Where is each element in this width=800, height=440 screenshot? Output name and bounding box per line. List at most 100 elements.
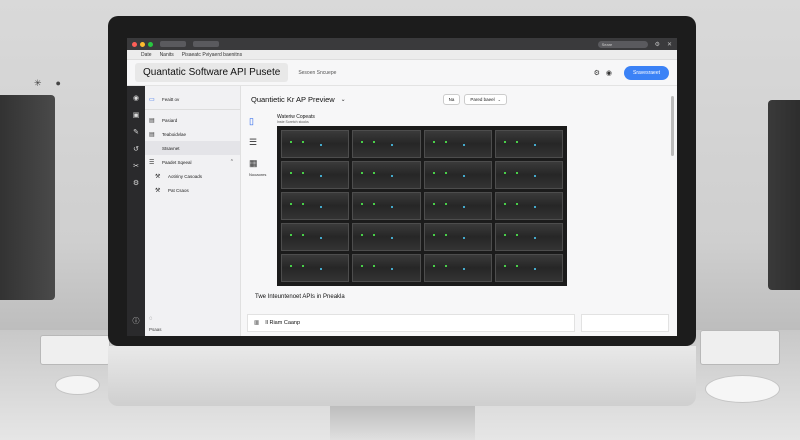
rack-unit [494, 254, 563, 282]
gear-icon[interactable]: ⚙ [655, 41, 660, 48]
rack-unit [494, 223, 563, 251]
sidebar-bottom-label[interactable]: Psaas [149, 327, 162, 332]
tool-icon: ⚒ [155, 173, 161, 180]
screen: Seare ⚙ ✕ Date Nanits Pisaeatc Pviyaerd … [127, 38, 677, 336]
page-title: Quantatic Software API Pusete [135, 63, 289, 82]
zoom-window-button[interactable] [148, 41, 153, 47]
list-item-secondary[interactable] [581, 314, 669, 332]
sidebar-item-label: Aotiriny Casoads [168, 173, 203, 179]
background-monitor-left [0, 95, 55, 300]
chevron-up-icon[interactable]: ⌃ [230, 159, 234, 165]
monitor-stand [330, 406, 475, 440]
sidebar-item-label: Pat Csaos [168, 187, 189, 193]
close-window-button[interactable] [132, 41, 137, 47]
minimize-window-button[interactable] [140, 41, 145, 47]
rack-unit [423, 223, 492, 251]
sidebar: ▭ Feaitt ov ▤ Pasiard ▤ Teaboidvlae Stsa… [145, 86, 241, 336]
record-icon[interactable]: ◉ [133, 94, 139, 102]
doc-icon: ▤ [149, 117, 155, 124]
sidebar-item-paadet[interactable]: ☰ Paadet Sqeeal ⌃ [145, 155, 240, 169]
rack-unit [281, 254, 350, 282]
circle-icon: ● [55, 78, 61, 88]
app-header: Quantatic Software API Pusete Sesoen Snc… [127, 60, 677, 86]
primary-action-button[interactable]: Sravesraeet [624, 65, 669, 80]
section-heading: Twe Inteuntenoet APIs in Pneakla [255, 294, 345, 300]
chevron-down-icon: ⌄ [497, 97, 501, 102]
list-item-label: Il Riam Caanp [265, 320, 301, 326]
rack-unit [281, 223, 350, 251]
book-icon: ▥ [254, 320, 260, 326]
pen-icon[interactable]: ✎ [133, 128, 139, 136]
list-icon[interactable]: ☰ [249, 137, 266, 148]
sidebar-item-label: Teaboidvlae [162, 131, 187, 137]
scrollbar[interactable] [671, 96, 674, 156]
rack-unit [352, 192, 421, 220]
rack-unit [494, 161, 563, 189]
rack-unit [281, 130, 350, 158]
menu-item-date[interactable]: Date [141, 52, 152, 58]
grid-icon[interactable]: ▦ [249, 158, 266, 169]
filter-dropdown[interactable]: Pared baeel ⌄ [464, 94, 507, 105]
rack-unit [352, 130, 421, 158]
rack-unit [423, 254, 492, 282]
sidebar-item-aotiriny[interactable]: ⚒ Aotiriny Casoads [145, 169, 240, 183]
rack-unit [281, 192, 350, 220]
sidebar-item-pasiard[interactable]: ▤ Pasiard [145, 113, 240, 127]
sidebar-item-label: Feaitt ov [162, 96, 180, 102]
sidebar-item-teaboidvlae[interactable]: ▤ Teaboidvlae [145, 127, 240, 141]
background-monitor-right [768, 100, 800, 290]
avatar-icon[interactable]: ◉ [606, 69, 612, 77]
server-rack-image [277, 126, 567, 286]
info-icon[interactable]: ⓘ [133, 316, 140, 326]
sidebar-item-feaitt[interactable]: ▭ Feaitt ov [145, 92, 240, 106]
monitor-chin [108, 346, 696, 406]
tool-icon: ⚒ [155, 187, 161, 194]
rack-unit [352, 254, 421, 282]
menu-item-nanits[interactable]: Nanits [160, 52, 174, 58]
browser-tab[interactable] [193, 41, 219, 47]
list-item[interactable]: ▥ Il Riam Caanp [247, 314, 575, 332]
chevron-down-icon[interactable]: ⌄ [341, 96, 346, 103]
background-keyboard-right [700, 330, 780, 365]
globe-icon: ✳ [34, 78, 42, 88]
folder-icon: ▭ [149, 96, 155, 103]
wall-icons: ✳ ● [34, 78, 61, 89]
doc-icon: ▤ [149, 131, 155, 138]
scissors-icon[interactable]: ✂ [133, 162, 139, 170]
menu-item-third[interactable]: Pisaeatc Pviyaerd baenitns [182, 52, 242, 58]
preview-card: Wateriw Copeats Inste Soretch stooks [277, 114, 567, 286]
background-keyboard-left [40, 335, 110, 365]
rack-unit [352, 223, 421, 251]
preview-subcaption: Inste Soretch stooks [277, 120, 309, 124]
sidebar-item-label: Pasiard [162, 117, 178, 123]
main-panel: Quantietic Kr AP Preview ⌄ Na Pared baee… [241, 86, 677, 336]
close-icon[interactable]: ✕ [667, 41, 672, 48]
background-mouse-right [705, 375, 780, 403]
sidebar-item-pat-csaos[interactable]: ⚒ Pat Csaos [145, 183, 240, 197]
main-title: Quantietic Kr AP Preview [251, 95, 335, 104]
history-icon[interactable]: ↺ [133, 145, 139, 153]
browser-search-input[interactable]: Seare [597, 40, 648, 48]
sidebar-item-label: Stsavnet [162, 145, 180, 151]
filter-button[interactable]: Na [442, 94, 461, 105]
side-label: Nooaonrs [249, 172, 267, 177]
rack-unit [423, 161, 492, 189]
rack-unit [494, 192, 563, 220]
sidebar-item-stsavnet[interactable]: Stsavnet [145, 141, 240, 155]
sidebar-item-label: Paadet Sqeeal [162, 159, 192, 165]
rack-unit [423, 130, 492, 158]
rack-unit [423, 192, 492, 220]
icon-rail: ◉ ▣ ✎ ↺ ✂ ⚙ ⓘ [127, 86, 145, 336]
settings-icon[interactable]: ⚙ [594, 69, 600, 77]
chat-icon[interactable]: ◌ [149, 316, 162, 322]
menubar: Date Nanits Pisaeatc Pviyaerd baenitns [127, 50, 677, 60]
header-subtitle-dropdown[interactable]: Sesoen Sncuepe [298, 70, 336, 76]
browser-titlebar: Seare ⚙ ✕ [127, 38, 677, 50]
list-icon: ☰ [149, 159, 155, 166]
gear-icon[interactable]: ⚙ [133, 179, 139, 187]
rack-unit [281, 161, 350, 189]
app-body: ◉ ▣ ✎ ↺ ✂ ⚙ ⓘ ▭ Feaitt ov ▤ Pasiard ▤ Te… [127, 86, 677, 336]
browser-tab[interactable] [160, 41, 186, 47]
document-blue-icon[interactable]: ▯ [249, 116, 266, 127]
box-icon[interactable]: ▣ [133, 111, 140, 119]
